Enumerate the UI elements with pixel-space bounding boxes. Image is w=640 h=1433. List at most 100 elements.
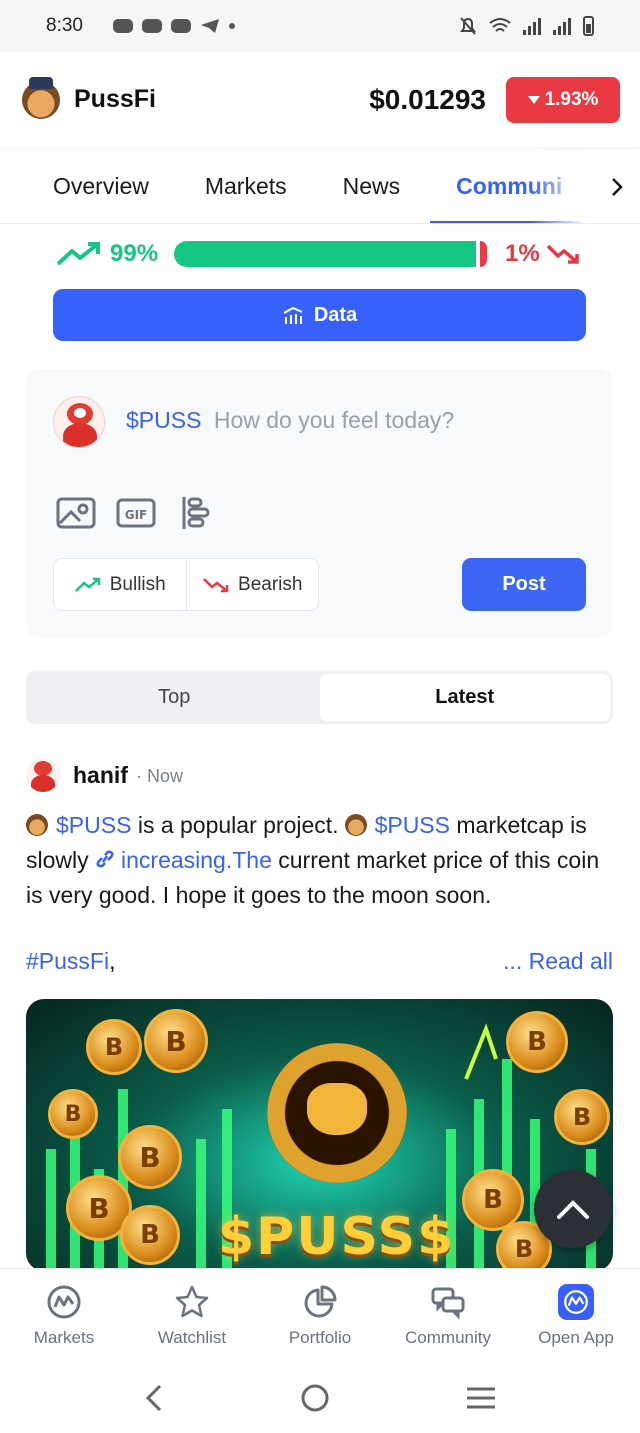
chart-icon [283,306,303,324]
discord-icon [170,19,191,33]
image-icon[interactable] [56,496,96,530]
status-time: 8:30 [46,15,83,36]
pie-chart-icon [302,1284,338,1320]
bitcoin-coin: B [48,1089,98,1139]
trend-up-icon [56,242,100,266]
signal-icon [553,17,571,35]
bullish-button[interactable]: Bullish [54,559,186,610]
sort-toggle: Top Latest [26,671,613,724]
mute-icon [460,17,476,35]
discord-icon [112,19,133,33]
home-icon[interactable] [299,1382,331,1419]
price-change-badge: 1.93% [506,76,620,123]
recents-icon[interactable] [465,1385,497,1416]
bearish-fill [480,241,488,267]
post-time: · Now [136,766,184,786]
post-coin-tag[interactable]: $PUSS [56,812,131,838]
sort-latest[interactable]: Latest [319,674,610,721]
composer-coin-tag: $PUSS [126,407,202,433]
coin-logo [344,814,367,836]
sentiment-bar [174,241,488,267]
bearish-button[interactable]: Bearish [185,559,319,610]
nav-label: Portfolio [288,1328,352,1347]
sentiment-meter: 99% 1% [56,236,586,272]
system-navigation [0,1368,640,1433]
post-link[interactable]: increasing.The [121,847,272,873]
bullish-label: Bullish [109,573,166,595]
coin-price: $0.01293 [369,83,486,115]
coin-logo [26,814,48,836]
post-footer-row: #PussFi, ... Read all [26,948,613,975]
tab-markets[interactable]: Markets [205,150,287,223]
scroll-to-top-button[interactable] [534,1170,612,1248]
nav-label: Open App [538,1328,614,1347]
svg-text:GIF: GIF [125,508,148,522]
bitcoin-coin: B [120,1205,180,1265]
data-button[interactable]: Data [53,289,586,341]
chevron-up-icon [557,1200,589,1219]
tabs-fade [530,150,600,223]
markets-icon [46,1284,82,1320]
composer-placeholder: How do you feel today? [213,407,455,433]
nav-label: Watchlist [157,1328,227,1347]
post-hashtag[interactable]: #PussFi [26,948,109,975]
bullish-fill [174,241,477,267]
post-button[interactable]: Post [462,558,586,611]
nav-label: Community [405,1328,491,1347]
notification-icons [112,18,235,34]
bearish-percent: 1% [505,240,540,267]
post-coin-tag[interactable]: $PUSS [375,812,450,838]
bullish-percent: 99% [110,240,159,267]
caret-down-icon [527,95,540,104]
nav-watchlist[interactable]: Watchlist [128,1269,256,1368]
signal-icon [523,17,541,35]
bitcoin-coin: B [86,1019,142,1075]
more-notifications-icon [228,23,235,29]
nav-open-app[interactable]: Open App [512,1269,640,1368]
star-icon [174,1284,210,1320]
poll-icon[interactable] [176,496,216,530]
bottom-navigation: Markets Watchlist Portfolio Community Op… [0,1268,640,1368]
tab-news[interactable]: News [343,150,401,223]
nav-markets[interactable]: Markets [0,1269,128,1368]
battery-icon [583,16,594,36]
post-author-avatar[interactable] [26,758,60,792]
coin-tabs: Overview Markets News Communi [0,150,640,224]
trend-down-icon [546,244,579,264]
tab-overview[interactable]: Overview [53,150,149,223]
nav-portfolio[interactable]: Portfolio [256,1269,384,1368]
composer-tools: GIF [56,496,216,530]
coin-header: PussFi $0.01293 1.93% [0,52,640,147]
coin-logo [22,76,60,119]
telegram-icon [200,19,219,33]
bitcoin-coin: B [118,1125,182,1189]
trend-down-icon [203,577,229,592]
image-title: $PUSS$ [218,1207,456,1267]
bitcoin-coin: B [144,1009,208,1073]
system-status-icons [459,16,594,36]
discord-icon [141,19,162,33]
nav-community[interactable]: Community [384,1269,512,1368]
post-text: is a popular project. [131,812,339,838]
bitcoin-coin: B [554,1089,610,1145]
post-author[interactable]: hanif [73,762,128,789]
user-avatar [53,396,105,448]
bearish-label: Bearish [238,573,303,595]
open-app-icon [558,1284,594,1320]
price-change-value: 1.93% [544,88,599,110]
chat-bubbles-icon [430,1284,466,1320]
post-image[interactable]: B B B B B B B B B B $PUSS$ [26,999,613,1271]
wifi-icon [489,18,511,32]
tabs-scroll-right-icon[interactable] [594,150,640,223]
nav-label: Markets [33,1328,95,1347]
back-icon[interactable] [143,1383,165,1418]
post-body: $PUSS is a popular project. $PUSS marketc… [26,808,616,913]
gif-icon[interactable]: GIF [116,496,156,530]
cat-face-graphic [307,1083,367,1135]
read-all-link[interactable]: ... Read all [503,948,613,975]
sort-top[interactable]: Top [29,674,320,721]
coin-name: PussFi [74,85,156,113]
composer-input[interactable]: $PUSS How do you feel today? [126,407,454,434]
trend-up-icon [74,577,100,592]
post-composer: $PUSS How do you feel today? GIF Bullish… [26,369,613,638]
